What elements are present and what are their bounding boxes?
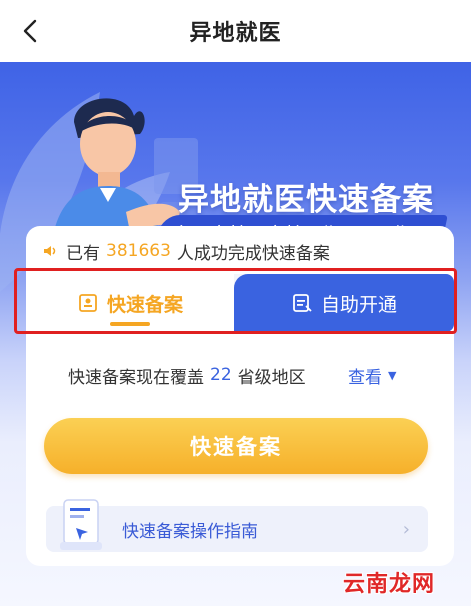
filing-card: 已有 381663 人成功完成快速备案 快速备案 自助开通 快速备案现在覆盖 2… xyxy=(26,226,454,566)
quick-filing-button[interactable]: 快速备案 xyxy=(44,418,428,474)
view-link[interactable]: 查看 ▼ xyxy=(348,360,396,390)
coverage-count: 22 xyxy=(210,365,232,385)
quick-file-icon xyxy=(77,292,99,314)
back-icon[interactable] xyxy=(16,17,44,45)
coverage-prefix: 快速备案现在覆盖 xyxy=(68,367,204,388)
watermark: 云南龙网 xyxy=(342,572,435,597)
guide-banner[interactable]: 快速备案操作指南 › xyxy=(46,499,428,552)
hero-title: 异地就医快速备案 xyxy=(178,182,434,218)
chevron-right-icon: › xyxy=(402,518,410,540)
guide-label: 快速备案操作指南 xyxy=(122,521,258,542)
view-link-label: 查看 xyxy=(348,367,382,388)
speaker-icon xyxy=(42,243,58,259)
stat-suffix: 人成功完成快速备案 xyxy=(176,243,330,264)
coverage-suffix: 省级地区 xyxy=(237,367,306,388)
stat-line: 已有 381663 人成功完成快速备案 xyxy=(42,236,330,266)
page-title: 异地就医 xyxy=(189,21,282,46)
caret-down-icon: ▼ xyxy=(388,368,397,382)
tab-quick-filing-label: 快速备案 xyxy=(106,293,183,316)
tab-self-service[interactable]: 自助开通 xyxy=(234,274,454,332)
guide-doc-icon xyxy=(60,499,102,550)
filing-tabs: 快速备案 自助开通 xyxy=(26,274,454,332)
coverage-info: 快速备案现在覆盖 22 省级地区 xyxy=(68,360,306,390)
nav-bar: 异地就医 xyxy=(0,0,471,62)
tab-self-service-label: 自助开通 xyxy=(320,293,397,316)
active-tab-indicator xyxy=(110,322,150,326)
stat-count: 381663 xyxy=(106,241,171,261)
tab-quick-filing[interactable]: 快速备案 xyxy=(26,274,234,332)
self-service-icon xyxy=(291,292,313,314)
stat-prefix: 已有 xyxy=(66,243,100,264)
